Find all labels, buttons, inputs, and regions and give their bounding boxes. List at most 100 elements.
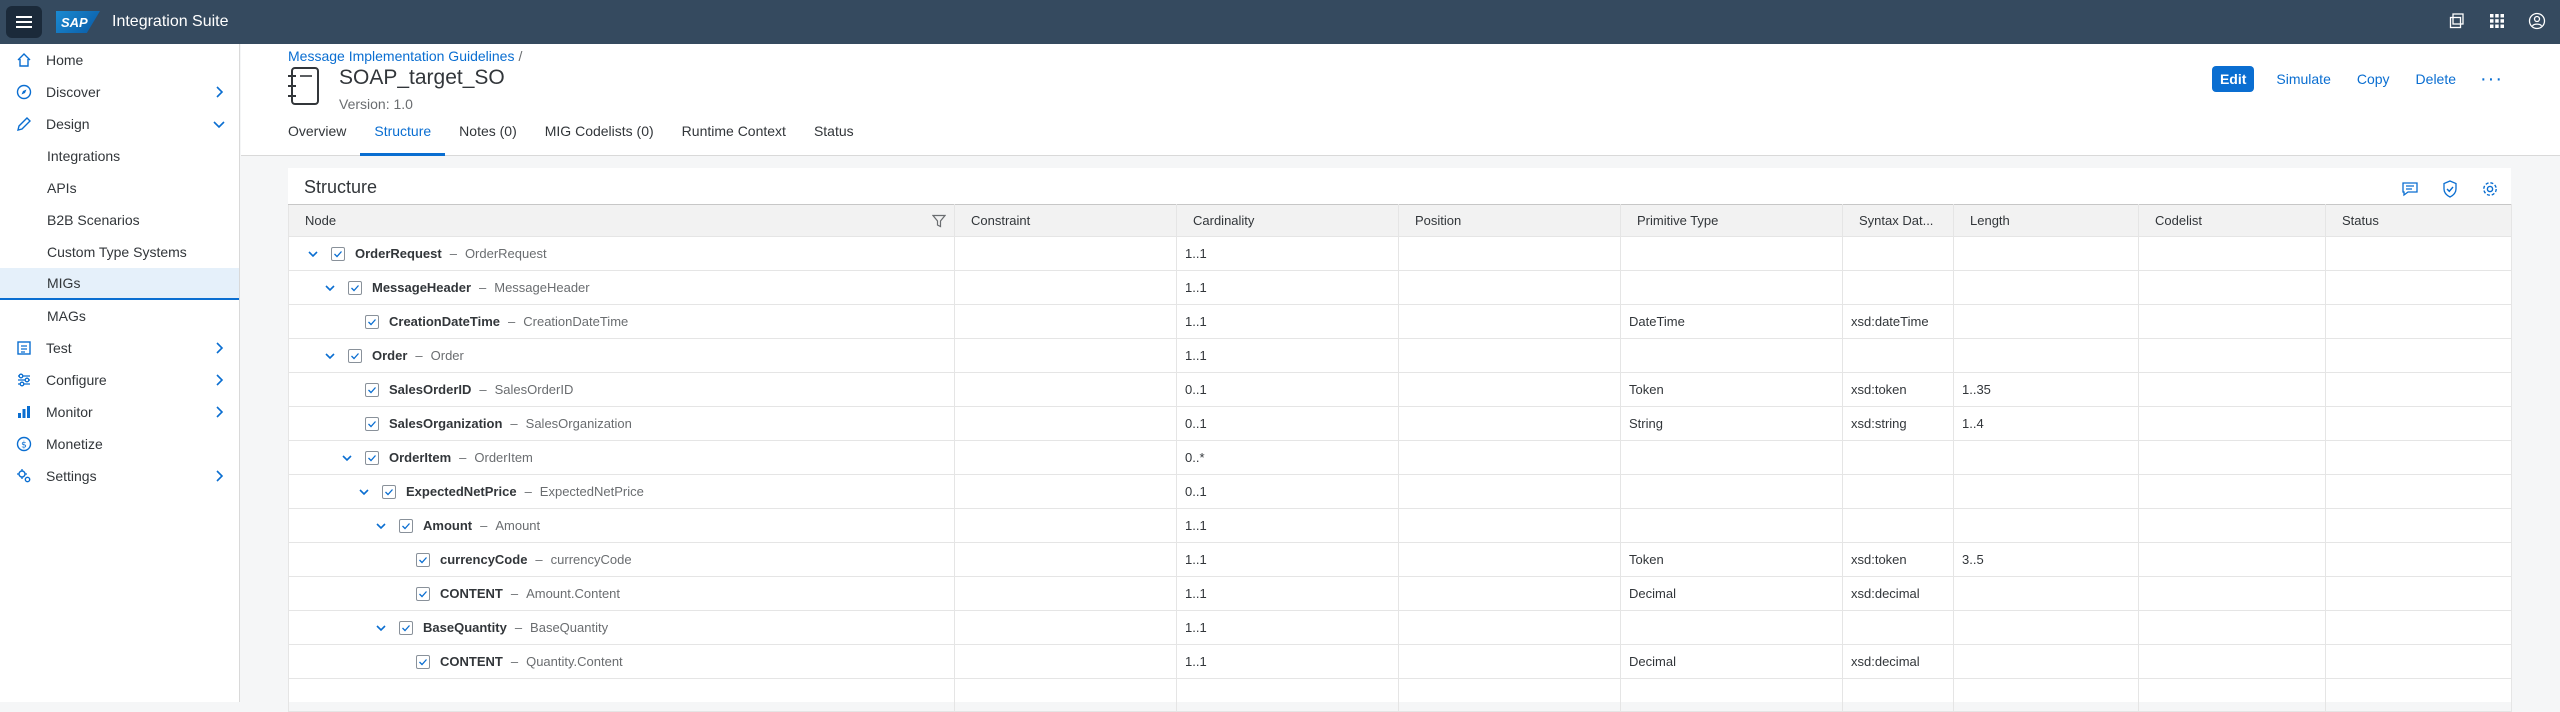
column-header-codelist[interactable]: Codelist bbox=[2138, 204, 2326, 237]
node-checkbox[interactable] bbox=[399, 620, 413, 635]
chevron-down-icon[interactable] bbox=[339, 450, 355, 466]
table-row[interactable]: OrderItem – OrderItem 0..* bbox=[288, 440, 2512, 475]
comment-icon[interactable] bbox=[2399, 178, 2421, 200]
simulate-button[interactable]: Simulate bbox=[2266, 66, 2340, 92]
column-header-syntax-data[interactable]: Syntax Dat... bbox=[1842, 204, 1954, 237]
column-header-position[interactable]: Position bbox=[1398, 204, 1621, 237]
node-checkbox[interactable] bbox=[331, 246, 345, 261]
chevron-down-icon[interactable] bbox=[373, 518, 389, 534]
cell-primitive-type bbox=[1620, 474, 1843, 509]
sidebar-item-b2b-scenarios[interactable]: B2B Scenarios bbox=[0, 204, 239, 236]
gear-icon[interactable] bbox=[2479, 178, 2501, 200]
cell-status bbox=[2325, 644, 2512, 679]
edit-button[interactable]: Edit bbox=[2211, 66, 2255, 92]
node-checkbox[interactable] bbox=[365, 382, 379, 397]
sidebar-item-monetize[interactable]: $ Monetize bbox=[0, 428, 239, 460]
sidebar-item-monitor[interactable]: Monitor bbox=[0, 396, 239, 428]
cell-codelist bbox=[2138, 304, 2326, 339]
table-header-row: Node Constraint Cardinality Position Pri… bbox=[288, 204, 2512, 237]
cell-cardinality: 0..1 bbox=[1176, 474, 1399, 509]
breadcrumb-link[interactable]: Message Implementation Guidelines bbox=[288, 48, 514, 64]
sidebar-item-home[interactable]: Home bbox=[0, 44, 239, 76]
settings-icon bbox=[16, 468, 32, 484]
sidebar-item-configure[interactable]: Configure bbox=[0, 364, 239, 396]
chevron-down-icon[interactable] bbox=[373, 620, 389, 636]
column-header-constraint[interactable]: Constraint bbox=[954, 204, 1177, 237]
table-row[interactable]: MessageHeader – MessageHeader 1..1 bbox=[288, 270, 2512, 305]
node-label: SalesOrganization bbox=[525, 416, 632, 431]
filter-icon[interactable] bbox=[932, 214, 946, 228]
node-separator: – bbox=[535, 552, 543, 567]
app-grid-icon[interactable] bbox=[2486, 10, 2508, 32]
tab-mig-codelists[interactable]: MIG Codelists (0) bbox=[531, 123, 668, 156]
side-navigation: Home Discover Design Integrations APIs B… bbox=[0, 44, 240, 702]
sidebar-item-custom-type-systems[interactable]: Custom Type Systems bbox=[0, 236, 239, 268]
table-row[interactable]: CreationDateTime – CreationDateTime 1..1 Dat… bbox=[288, 304, 2512, 339]
user-profile-icon[interactable] bbox=[2526, 10, 2548, 32]
node-checkbox[interactable] bbox=[348, 348, 362, 363]
node-name: SalesOrderID bbox=[389, 382, 472, 397]
node-checkbox[interactable] bbox=[365, 314, 379, 329]
table-row[interactable]: Order – Order 1..1 bbox=[288, 338, 2512, 373]
cell-cardinality: 1..1 bbox=[1176, 508, 1399, 543]
node-checkbox[interactable] bbox=[416, 586, 430, 601]
cell-constraint bbox=[954, 304, 1177, 339]
column-header-length[interactable]: Length bbox=[1953, 204, 2139, 237]
sidebar-item-migs[interactable]: MIGs bbox=[0, 268, 239, 300]
chevron-down-icon[interactable] bbox=[305, 246, 321, 262]
table-row[interactable]: CONTENT – Amount.Content 1..1 Decimal xsd:dec… bbox=[288, 576, 2512, 611]
node-separator: – bbox=[449, 246, 457, 261]
sidebar-item-test[interactable]: Test bbox=[0, 332, 239, 364]
table-row[interactable]: OrderRequest – OrderRequest 1..1 bbox=[288, 236, 2512, 271]
sidebar-item-apis[interactable]: APIs bbox=[0, 172, 239, 204]
table-row[interactable]: SalesOrganization – SalesOrganization 0..1 S… bbox=[288, 406, 2512, 441]
node-checkbox[interactable] bbox=[365, 416, 379, 431]
sidebar-item-integrations[interactable]: Integrations bbox=[0, 140, 239, 172]
delete-button[interactable]: Delete bbox=[2406, 66, 2466, 92]
sidebar-item-discover[interactable]: Discover bbox=[0, 76, 239, 108]
sidebar-item-design[interactable]: Design bbox=[0, 108, 239, 140]
table-row[interactable]: currencyCode – currencyCode 1..1 Token xsd:to… bbox=[288, 542, 2512, 577]
table-row[interactable]: BaseQuantity – BaseQuantity 1..1 bbox=[288, 610, 2512, 645]
sap-logo[interactable]: SAP bbox=[56, 11, 100, 33]
node-checkbox[interactable] bbox=[399, 518, 413, 533]
node-checkbox[interactable] bbox=[348, 280, 362, 295]
tab-notes[interactable]: Notes (0) bbox=[445, 123, 531, 156]
table-row[interactable]: ExpectedNetPrice – ExpectedNetPrice 0..1 bbox=[288, 474, 2512, 509]
copy-window-icon[interactable] bbox=[2446, 10, 2468, 32]
tab-overview[interactable]: Overview bbox=[288, 123, 360, 156]
hamburger-icon bbox=[16, 21, 32, 23]
tab-status[interactable]: Status bbox=[800, 123, 868, 156]
node-checkbox[interactable] bbox=[416, 654, 430, 669]
column-header-cardinality[interactable]: Cardinality bbox=[1176, 204, 1399, 237]
menu-button[interactable] bbox=[6, 6, 42, 38]
node-name: OrderRequest bbox=[355, 246, 442, 261]
node-separator: – bbox=[524, 484, 532, 499]
sidebar-item-settings[interactable]: Settings bbox=[0, 460, 239, 492]
sidebar-item-mags[interactable]: MAGs bbox=[0, 300, 239, 332]
node-checkbox[interactable] bbox=[416, 552, 430, 567]
column-header-node[interactable]: Node bbox=[288, 204, 955, 237]
table-row[interactable]: CONTENT – Quantity.Content 1..1 Decimal xsd:d… bbox=[288, 644, 2512, 679]
cell-primitive-type bbox=[1620, 270, 1843, 305]
tab-runtime-context[interactable]: Runtime Context bbox=[668, 123, 800, 156]
copy-button[interactable]: Copy bbox=[2347, 66, 2400, 92]
cell-codelist bbox=[2138, 440, 2326, 475]
page-title: SOAP_target_SO bbox=[339, 66, 505, 89]
chevron-down-icon[interactable] bbox=[322, 348, 338, 364]
cell-position bbox=[1398, 644, 1621, 679]
node-checkbox[interactable] bbox=[382, 484, 396, 499]
table-row[interactable]: Amount – Amount 1..1 bbox=[288, 508, 2512, 543]
shield-check-icon[interactable] bbox=[2439, 178, 2461, 200]
cell-status bbox=[2325, 610, 2512, 645]
chevron-down-icon[interactable] bbox=[322, 280, 338, 296]
column-header-primitive-type[interactable]: Primitive Type bbox=[1620, 204, 1843, 237]
node-checkbox[interactable] bbox=[365, 450, 379, 465]
table-row[interactable]: SalesOrderID – SalesOrderID 0..1 Token xsd:to… bbox=[288, 372, 2512, 407]
chevron-down-icon[interactable] bbox=[356, 484, 372, 500]
tab-structure[interactable]: Structure bbox=[360, 123, 446, 156]
column-header-status[interactable]: Status bbox=[2325, 204, 2512, 237]
more-actions-button[interactable]: ··· bbox=[2472, 66, 2511, 92]
